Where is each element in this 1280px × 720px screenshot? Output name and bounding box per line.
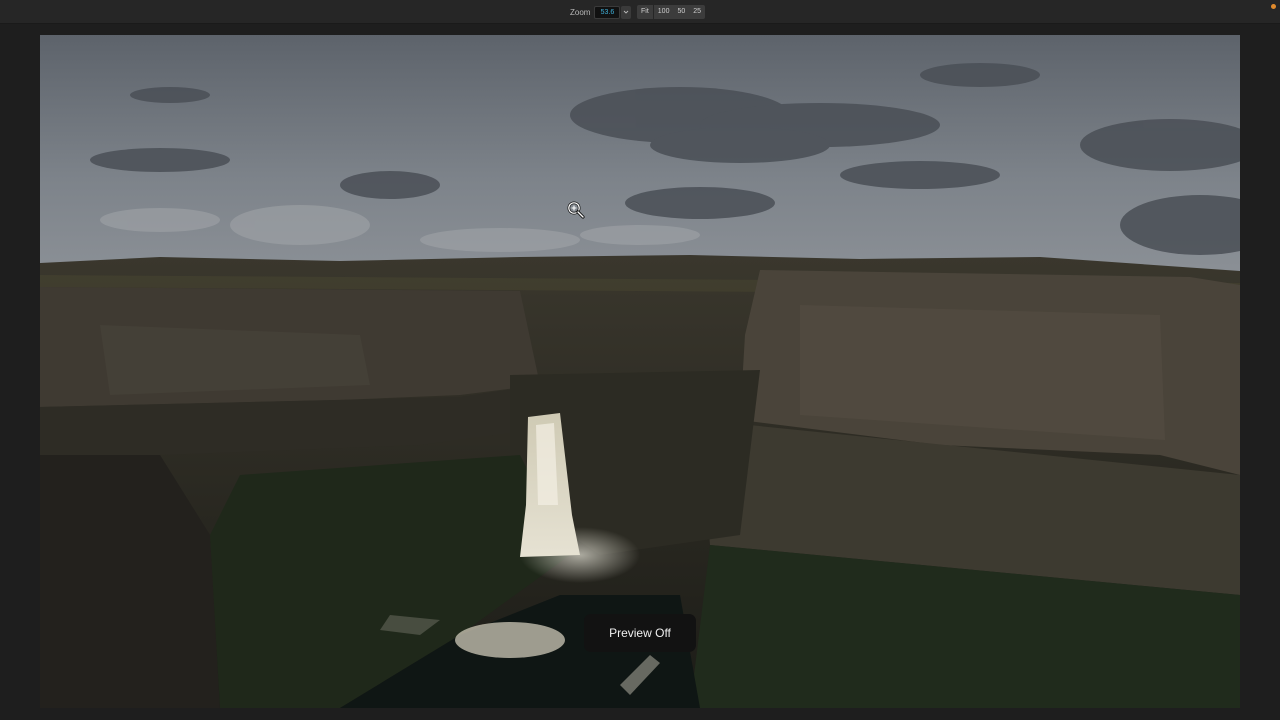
zoom-dropdown-button[interactable] [621,5,632,19]
top-toolbar: Zoom 53.6 Fit 100 50 25 [0,0,1280,24]
image-canvas[interactable]: Preview Off [40,35,1240,708]
zoom-preset-50[interactable]: 50 [673,5,689,19]
zoom-in-icon [567,201,585,219]
zoom-preset-25[interactable]: 25 [689,5,705,19]
status-indicator [1271,4,1276,9]
zoom-label: Zoom [570,7,591,17]
preview-toast-label: Preview Off [609,626,671,640]
zoom-preset-100[interactable]: 100 [654,5,674,19]
zoom-control: Zoom 53.6 [570,5,632,19]
zoom-value-input[interactable]: 53.6 [594,5,621,19]
zoom-preset-fit[interactable]: Fit [637,5,654,19]
waterfall-canyon-photo [40,35,1240,708]
chevron-down-icon [624,10,629,14]
zoom-presets: Fit 100 50 25 [637,5,706,19]
preview-toast: Preview Off [584,614,696,652]
